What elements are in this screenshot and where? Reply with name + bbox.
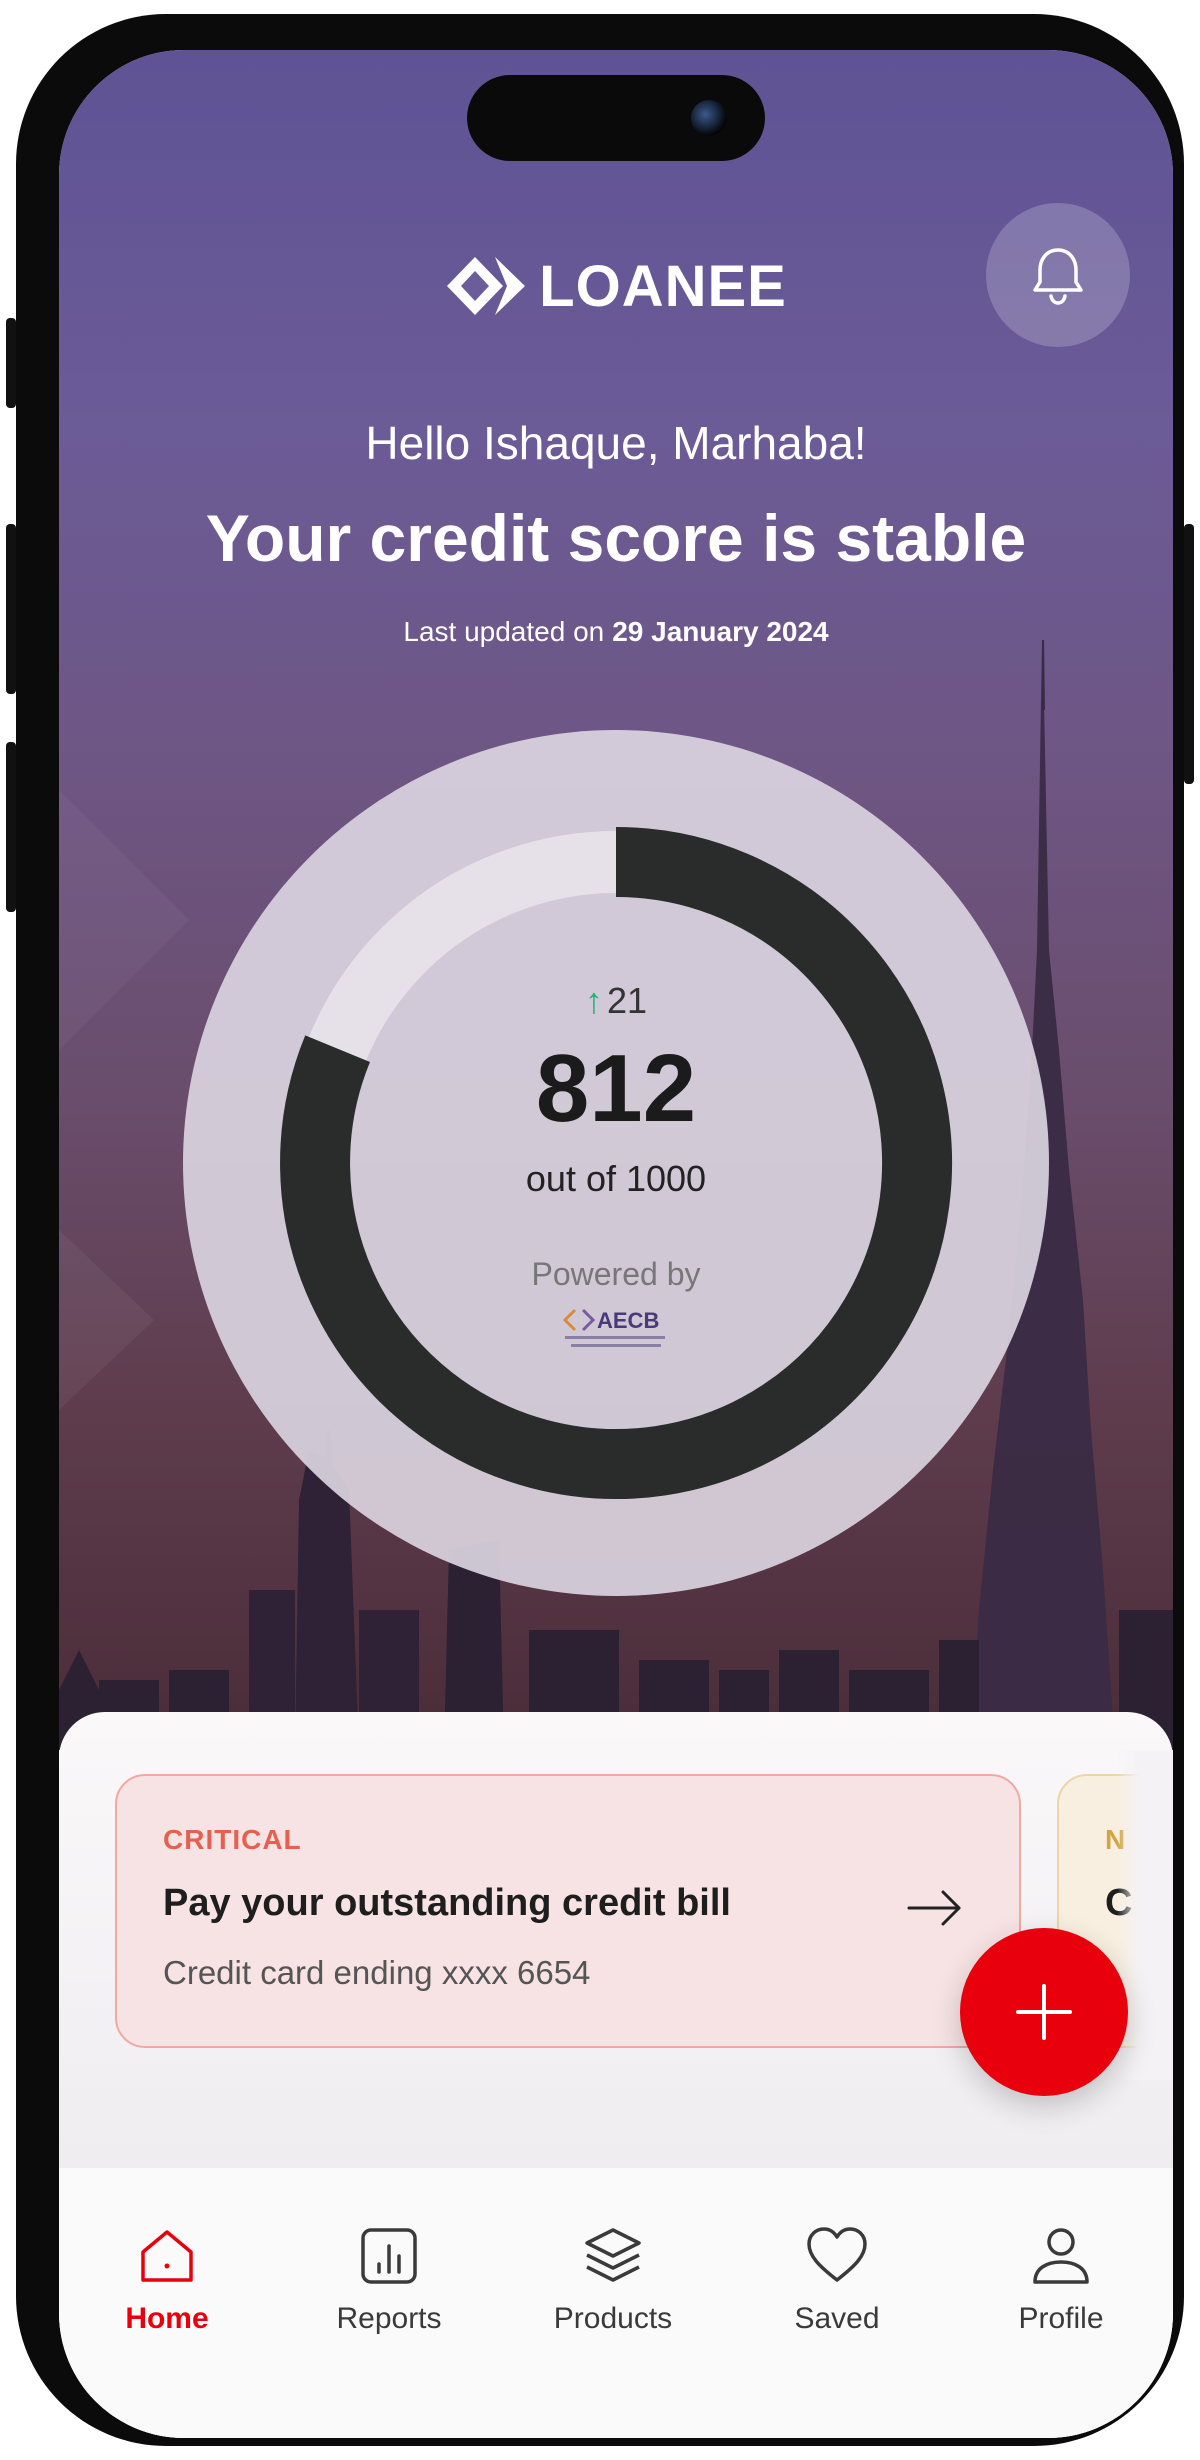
bar-chart-icon [361, 2228, 417, 2284]
nav-label-products: Products [553, 2302, 673, 2335]
score-change-value: 21 [606, 980, 648, 1021]
bell-icon [1033, 248, 1083, 305]
layers-icon [585, 2228, 641, 2282]
notifications-button[interactable] [986, 203, 1130, 347]
nav-label-saved: Saved [794, 2302, 880, 2335]
aecb-logo: AECB [562, 1308, 665, 1347]
nav-item-saved[interactable]: Saved [737, 2224, 937, 2336]
nav-item-profile[interactable]: Profile [961, 2224, 1161, 2336]
arrow-right-icon[interactable] [907, 1888, 963, 1928]
action-button [6, 318, 16, 408]
nav-label-reports: Reports [336, 2302, 442, 2335]
greeting-text: Hello Ishaque, Marhaba! [365, 417, 867, 469]
nav-item-home[interactable]: Home [67, 2224, 267, 2336]
diamond-logo-icon [447, 257, 526, 315]
power-button [1184, 524, 1194, 784]
alert-title: Pay your outstanding credit bill [163, 1882, 731, 1924]
volume-up-button [6, 524, 16, 694]
arrow-up-icon: ↑ [584, 980, 603, 1021]
phone-frame: LOANEE Hello Ishaque, Marhaba! Your cred… [16, 14, 1184, 2446]
bottom-navigation: Home Reports Products Saved Profile [59, 2168, 1173, 2438]
powered-by-label: Powered by [531, 1256, 701, 1292]
user-icon [1033, 2228, 1089, 2284]
last-updated: Last updated on 29 January 2024 [59, 616, 1173, 648]
aecb-logo-text: AECB [597, 1308, 659, 1333]
last-updated-date: 29 January 2024 [612, 616, 829, 647]
alert-subtitle: Credit card ending xxxx 6654 [163, 1954, 591, 1991]
nav-item-reports[interactable]: Reports [289, 2224, 489, 2336]
credit-status-headline: Your credit score is stable [205, 501, 1027, 575]
volume-down-button [6, 742, 16, 912]
nav-label-profile: Profile [1018, 2302, 1104, 2335]
add-button[interactable] [960, 1928, 1128, 2096]
front-camera [691, 100, 727, 136]
home-icon [141, 2230, 193, 2282]
score-max-label: out of 1000 [525, 1158, 707, 1199]
heart-icon [807, 2227, 867, 2282]
score-change: ↑ 21 [59, 980, 1173, 1022]
credit-score-value: 812 [535, 1035, 697, 1142]
last-updated-label: Last updated on [403, 616, 605, 647]
plus-icon [1016, 1984, 1072, 2040]
nav-label-home: Home [125, 2302, 209, 2335]
brand-name: LOANEE [539, 253, 787, 319]
alert-severity-tag: CRITICAL [163, 1824, 302, 1855]
app-screen: LOANEE Hello Ishaque, Marhaba! Your cred… [59, 50, 1173, 2438]
hero-section: LOANEE Hello Ishaque, Marhaba! Your cred… [59, 50, 1173, 1750]
nav-item-products[interactable]: Products [513, 2224, 713, 2336]
alert-card-critical[interactable]: CRITICAL Pay your outstanding credit bil… [115, 1774, 1021, 2048]
